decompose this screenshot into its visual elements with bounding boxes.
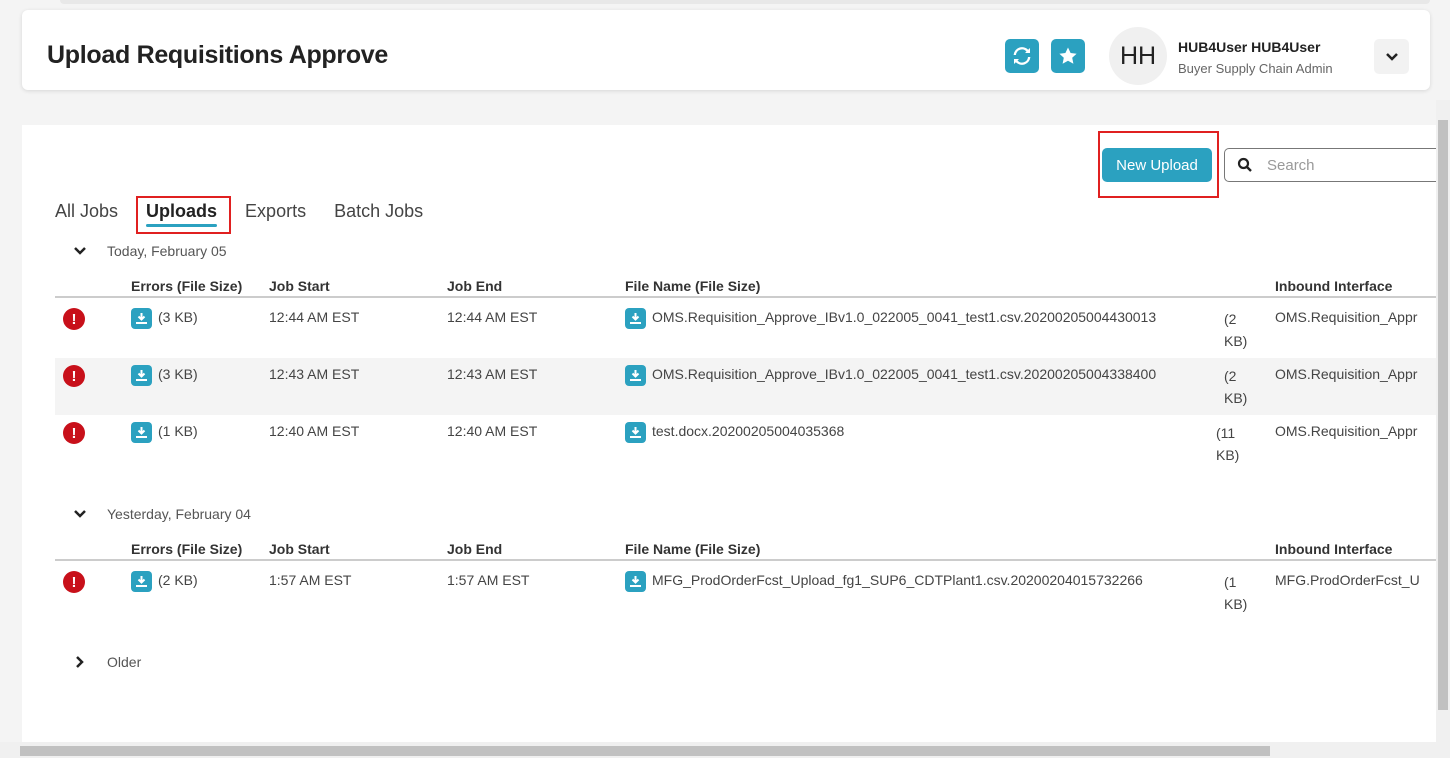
scroll-thumb[interactable] xyxy=(1438,120,1448,710)
file-link[interactable]: test.docx.20200205004035368 xyxy=(625,422,844,443)
error-icon: ! xyxy=(63,308,85,330)
group-label: Yesterday, February 04 xyxy=(107,506,251,522)
group-toggle[interactable]: Today, February 05 xyxy=(70,243,227,259)
error-file-link[interactable]: (3 KB) xyxy=(131,365,198,386)
file-size: (11 xyxy=(1216,425,1236,441)
column-header: Inbound Interface xyxy=(1275,278,1393,294)
error-file-link[interactable]: (3 KB) xyxy=(131,308,198,329)
table-row: ! (1 KB) 12:40 AM EST 12:40 AM EST test.docx… xyxy=(55,415,1436,472)
table-row: ! (3 KB) 12:44 AM EST 12:44 AM EST OMS.Requi… xyxy=(55,301,1436,358)
file-size: (2 xyxy=(1224,311,1237,327)
vertical-scrollbar[interactable] xyxy=(1436,100,1450,742)
refresh-icon xyxy=(1013,47,1031,65)
error-file-size: (1 KB) xyxy=(158,423,198,440)
file-link[interactable]: OMS.Requisition_Approve_IBv1.0_022005_00… xyxy=(625,308,1156,329)
file-link[interactable]: MFG_ProdOrderFcst_Upload_fg1_SUP6_CDTPla… xyxy=(625,571,1143,592)
job-start: 12:43 AM EST xyxy=(269,366,360,382)
column-header: Errors (File Size) xyxy=(131,541,243,557)
favorite-button[interactable] xyxy=(1051,39,1085,73)
column-header: File Name (File Size) xyxy=(625,541,761,557)
table-header: Errors (File Size) Job Start Job End File N… xyxy=(55,541,1436,561)
file-size-unit: KB) xyxy=(1224,333,1248,349)
column-header: File Name (File Size) xyxy=(625,278,761,294)
page-title: Upload Requisitions Approve xyxy=(47,41,388,69)
download-icon xyxy=(131,308,152,329)
error-file-link[interactable]: (2 KB) xyxy=(131,571,198,592)
file-size: (1 xyxy=(1224,574,1237,590)
search-input[interactable] xyxy=(1267,156,1436,174)
table-row: ! (2 KB) 1:57 AM EST 1:57 AM EST MFG_ProdOrd… xyxy=(55,564,1436,621)
file-size-unit: KB) xyxy=(1224,390,1248,406)
file-size-unit: KB) xyxy=(1216,447,1240,463)
download-icon xyxy=(131,571,152,592)
chevron-down-icon xyxy=(70,246,90,256)
file-size-unit: KB) xyxy=(1224,596,1248,612)
error-icon: ! xyxy=(63,422,85,444)
user-name: HUB4User HUB4User xyxy=(1178,39,1321,55)
column-header: Inbound Interface xyxy=(1275,541,1393,557)
search-box[interactable] xyxy=(1224,148,1436,182)
group-label: Older xyxy=(107,654,142,670)
file-name: test.docx.20200205004035368 xyxy=(652,423,845,440)
job-end: 1:57 AM EST xyxy=(447,572,530,588)
search-icon xyxy=(1237,157,1252,172)
download-icon xyxy=(625,308,646,329)
column-header: Job Start xyxy=(269,278,330,294)
column-header: Job Start xyxy=(269,541,330,557)
user-menu-button[interactable] xyxy=(1374,39,1409,74)
error-file-link[interactable]: (1 KB) xyxy=(131,422,198,443)
new-upload-button[interactable]: New Upload xyxy=(1102,148,1212,182)
file-size: (2 xyxy=(1224,368,1237,384)
table-row: ! (3 KB) 12:43 AM EST 12:43 AM EST OMS.Requi… xyxy=(55,358,1436,415)
download-icon xyxy=(131,422,152,443)
job-start: 12:40 AM EST xyxy=(269,423,360,439)
jobs-panel: New Upload All Jobs Uploads Exports Batc… xyxy=(22,125,1436,742)
download-icon xyxy=(625,422,646,443)
chevron-right-icon xyxy=(70,655,90,669)
download-icon xyxy=(131,365,152,386)
job-start: 12:44 AM EST xyxy=(269,309,360,325)
error-file-size: (3 KB) xyxy=(158,309,198,326)
file-name: OMS.Requisition_Approve_IBv1.0_022005_00… xyxy=(652,366,1157,383)
group-toggle[interactable]: Yesterday, February 04 xyxy=(70,506,251,522)
inbound-interface: MFG.ProdOrderFcst_U xyxy=(1275,572,1420,588)
tab-all-jobs[interactable]: All Jobs xyxy=(55,201,118,222)
chevron-down-icon xyxy=(70,509,90,519)
job-tabs: All Jobs Uploads Exports Batch Jobs xyxy=(55,201,451,227)
column-header: Job End xyxy=(447,541,503,557)
job-end: 12:40 AM EST xyxy=(447,423,538,439)
star-icon xyxy=(1059,47,1077,64)
scroll-thumb[interactable] xyxy=(20,746,1270,756)
download-icon xyxy=(625,571,646,592)
error-icon: ! xyxy=(63,365,85,387)
group-label: Today, February 05 xyxy=(107,243,227,259)
inbound-interface: OMS.Requisition_Appr xyxy=(1275,366,1418,382)
inbound-interface: OMS.Requisition_Appr xyxy=(1275,423,1418,439)
error-icon: ! xyxy=(63,571,85,593)
browser-top-strip xyxy=(0,0,1450,6)
job-end: 12:44 AM EST xyxy=(447,309,538,325)
group-toggle[interactable]: Older xyxy=(70,654,141,670)
tab-exports[interactable]: Exports xyxy=(245,201,306,222)
page-header: Upload Requisitions Approve HH HUB4User … xyxy=(22,10,1430,90)
tab-batch-jobs[interactable]: Batch Jobs xyxy=(334,201,423,222)
tab-uploads[interactable]: Uploads xyxy=(146,201,218,227)
refresh-button[interactable] xyxy=(1005,39,1039,73)
file-name: MFG_ProdOrderFcst_Upload_fg1_SUP6_CDTPla… xyxy=(652,572,1143,589)
user-role: Buyer Supply Chain Admin xyxy=(1178,61,1333,76)
file-name: OMS.Requisition_Approve_IBv1.0_022005_00… xyxy=(652,309,1157,326)
chevron-down-icon xyxy=(1385,52,1398,61)
job-start: 1:57 AM EST xyxy=(269,572,352,588)
job-end: 12:43 AM EST xyxy=(447,366,538,382)
table-header: Errors (File Size) Job Start Job End File N… xyxy=(55,278,1436,298)
horizontal-scrollbar[interactable] xyxy=(0,742,1450,758)
column-header: Job End xyxy=(447,278,503,294)
error-file-size: (3 KB) xyxy=(158,366,198,383)
inbound-interface: OMS.Requisition_Appr xyxy=(1275,309,1418,325)
column-header: Errors (File Size) xyxy=(131,278,243,294)
avatar[interactable]: HH xyxy=(1109,27,1167,85)
error-file-size: (2 KB) xyxy=(158,572,198,589)
download-icon xyxy=(625,365,646,386)
file-link[interactable]: OMS.Requisition_Approve_IBv1.0_022005_00… xyxy=(625,365,1156,386)
